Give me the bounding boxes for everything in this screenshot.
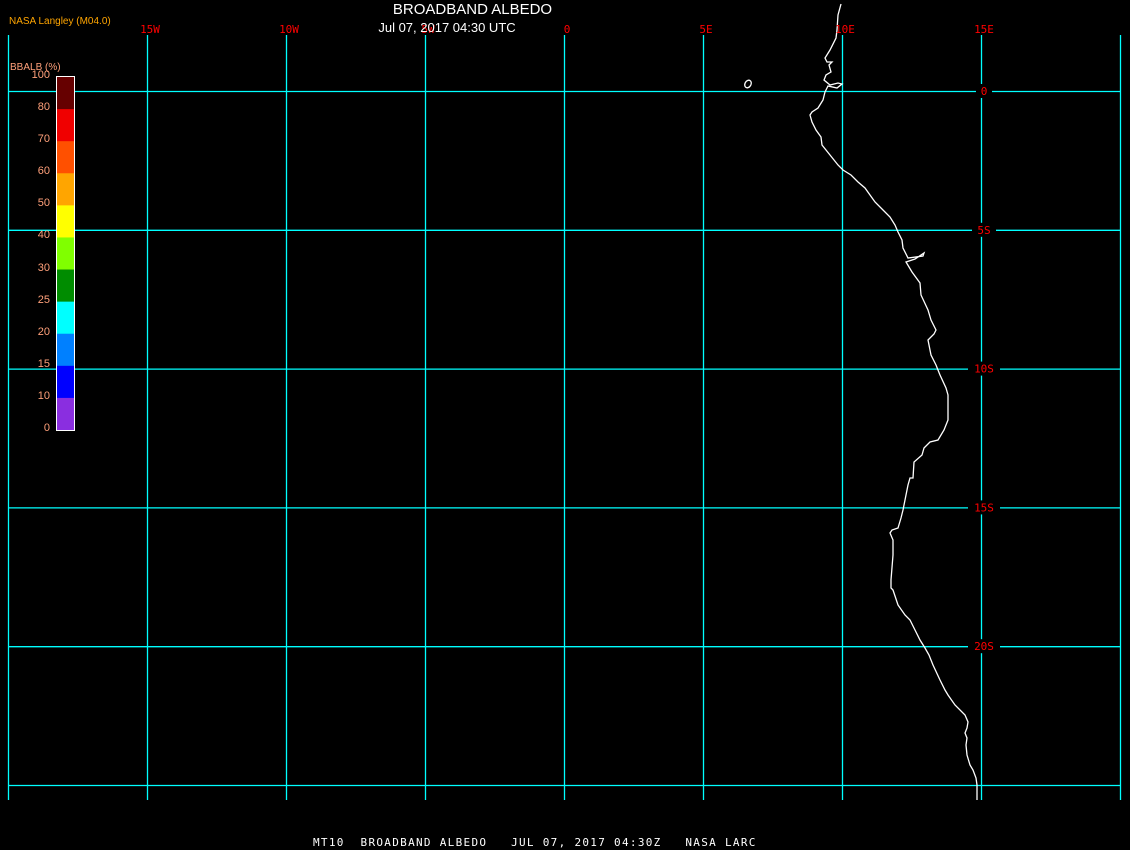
legend-colorbar	[56, 76, 75, 431]
graticule-labels: 15W 10W 5W 0 5E 10E 15E05S10S15S20S	[140, 23, 1000, 654]
credit-text: NASA Langley (M04.0)	[9, 16, 111, 27]
legend-tick-label: 15	[37, 357, 50, 370]
legend-tick-label: 30	[37, 261, 50, 274]
legend-swatch	[57, 333, 74, 367]
legend-swatch	[57, 237, 74, 270]
legend-tick-label: 80	[37, 101, 50, 114]
latitude-label: 20S	[974, 640, 994, 653]
latitude-label: 15S	[974, 501, 994, 514]
legend-swatch	[57, 269, 74, 302]
legend-swatch	[57, 397, 74, 431]
legend-tick-label: 10	[37, 389, 50, 402]
legend-tick-label: 60	[37, 165, 50, 178]
legend-tick-label: 20	[37, 325, 50, 338]
legend-tick-label: 70	[37, 133, 50, 146]
legend-tick-label: 50	[37, 197, 50, 210]
island-outline	[744, 79, 752, 89]
footer-caption: MT10 BROADBAND ALBEDO JUL 07, 2017 04:30…	[313, 836, 757, 849]
africa-west-coastline	[809, 3, 978, 800]
legend-swatch	[57, 173, 74, 206]
legend-tick-label: 0	[43, 422, 50, 434]
longitude-label: 15E	[974, 23, 994, 36]
legend-swatch	[57, 365, 74, 399]
legend-swatch	[57, 77, 74, 110]
legend-swatch	[57, 109, 74, 142]
legend-tick-label: 100	[31, 69, 50, 81]
coastline	[744, 3, 978, 800]
map-canvas: 15W 10W 5W 0 5E 10E 15E05S10S15S20S	[7, 3, 1122, 800]
legend-swatch	[57, 205, 74, 238]
latitude-label: 10S	[974, 363, 994, 376]
legend-swatch	[57, 141, 74, 174]
latitude-label: 0	[981, 85, 988, 98]
graticule	[7, 35, 1122, 800]
legend-tick-label: 40	[37, 229, 50, 242]
legend-swatch	[57, 301, 74, 335]
map-timestamp: Jul 07, 2017 04:30 UTC	[378, 20, 516, 35]
legend-tick-label: 25	[37, 293, 50, 306]
map-title: BROADBAND ALBEDO	[392, 1, 553, 18]
latitude-label: 5S	[977, 224, 990, 237]
